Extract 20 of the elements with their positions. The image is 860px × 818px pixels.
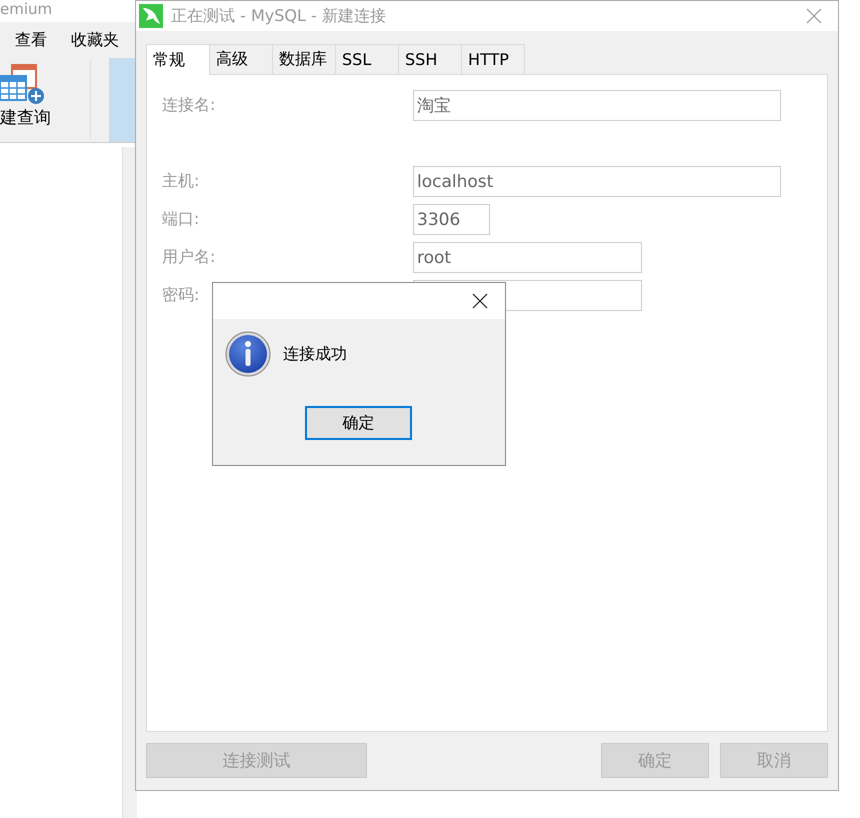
input-field[interactable]: localhost [413, 166, 781, 197]
input-field[interactable]: 3306 [413, 204, 490, 235]
close-icon[interactable] [472, 293, 488, 309]
info-icon [225, 331, 271, 377]
input-field[interactable]: root [413, 242, 642, 273]
message-text: 连接成功 [283, 344, 347, 364]
window-title: emium [0, 0, 52, 18]
dolphin-icon [139, 4, 163, 28]
field-label: 用户名: [162, 247, 216, 268]
field-label: 主机: [162, 171, 200, 192]
ok-button[interactable]: 确定 [305, 406, 412, 440]
field-label: 密码: [162, 285, 200, 306]
input-field[interactable]: 淘宝 [413, 90, 781, 121]
field-label: 端口: [162, 209, 200, 230]
menu-item[interactable]: 查看 [15, 30, 47, 50]
tab[interactable]: 常规 [146, 44, 210, 75]
menu-item[interactable]: 收藏夹 [71, 30, 119, 50]
field-label: 连接名: [162, 95, 216, 116]
window-title: 正在测试 - MySQL - 新建连接 [171, 6, 386, 26]
tab[interactable]: HTTP [461, 44, 525, 74]
